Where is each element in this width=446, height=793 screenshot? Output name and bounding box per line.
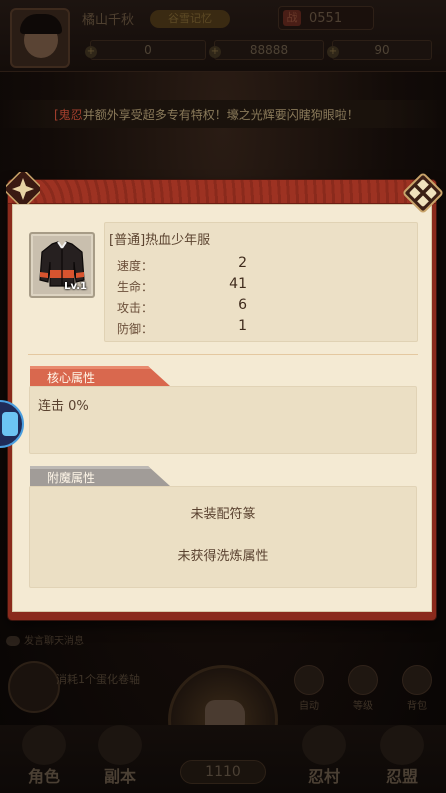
announcement-text: [鬼忍并额外享受超多专有特权！壕之光辉要闪瞎狗眼啦！ — [54, 106, 359, 123]
chat-bar[interactable]: 发言聊天消息 — [6, 632, 246, 654]
avatar-hair — [20, 14, 62, 34]
nav-dungeon[interactable]: 副本 — [80, 725, 160, 793]
resource-gold: + 88888 — [209, 40, 324, 60]
resource-copper: + 0 — [85, 40, 206, 60]
item-title: [普通]热血少年服 — [109, 233, 211, 248]
resource-gold-value: 88888 — [249, 43, 289, 57]
stat-defense-value: 1 — [238, 318, 247, 334]
stat-hp-value: 41 — [229, 276, 247, 292]
modal-body: Lv.1 [普通]热血少年服 速度： 2 生命： 41 攻击： 6 防御： 1 — [12, 204, 432, 612]
enchant-refine-status: 未获得洗炼属性 — [177, 549, 269, 564]
auto-icon — [294, 665, 324, 695]
modal-header — [8, 180, 436, 204]
quest-icon[interactable] — [8, 661, 60, 713]
nav-alliance-label: 忍盟 — [385, 767, 418, 786]
resource-gem-value: 90 — [374, 43, 390, 57]
level-label: 等级 — [353, 701, 373, 712]
stat-attack: 攻击： 6 — [117, 297, 247, 317]
item-level: Lv.1 — [64, 281, 87, 292]
core-attributes-text: 连击 0% — [38, 399, 89, 414]
core-attributes-box: 连击 0% — [29, 386, 417, 454]
alliance-icon — [380, 725, 424, 765]
side-drawer-icon — [2, 412, 18, 436]
level-button[interactable]: 等级 — [344, 665, 382, 715]
stat-speed: 速度： 2 — [117, 255, 247, 275]
enchant-attributes-box: 未装配符篆 未获得洗炼属性 — [29, 486, 417, 588]
nav-character-label: 角色 — [27, 767, 60, 786]
section-divider — [28, 354, 418, 355]
level-icon — [348, 665, 378, 695]
resource-gem: + 90 — [327, 40, 432, 60]
nav-ninja-village-label: 忍村 — [307, 767, 340, 786]
combat-power-value: 0551 — [309, 11, 343, 26]
core-attributes-tab: 核心属性 — [30, 366, 170, 386]
stat-speed-value: 2 — [238, 255, 247, 271]
combat-power-icon: 战 — [283, 10, 301, 26]
title-badge: 谷雪记忆 — [150, 10, 230, 28]
bag-label: 背包 — [407, 701, 427, 712]
enchant-attributes-title: 附魔属性 — [47, 471, 96, 485]
resource-copper-value: 0 — [144, 43, 152, 57]
enchant-attributes-tab: 附魔属性 — [30, 466, 170, 486]
bottom-nav: 角色 副本 1110 忍村 忍盟 — [0, 725, 446, 793]
stat-attack-value: 6 — [238, 297, 247, 313]
bag-button[interactable]: 背包 — [398, 665, 436, 715]
item-info-panel: [普通]热血少年服 速度： 2 生命： 41 攻击： 6 防御： 1 — [104, 222, 418, 342]
auto-label: 自动 — [299, 701, 319, 712]
chat-bubble-icon — [6, 636, 20, 646]
stat-defense: 防御： 1 — [117, 318, 247, 338]
quest-text: 消耗1个蛋化卷轴 — [56, 673, 140, 686]
top-bar: 橘山千秋 谷雪记忆 战 0551 + 0 + 88888 + 90 — [0, 0, 446, 72]
stat-attack-label: 攻击： — [117, 301, 154, 315]
stat-hp-label: 生命： — [117, 280, 154, 294]
announcement-message: 并额外享受超多专有特权！壕之光辉要闪瞎狗眼啦！ — [82, 108, 359, 122]
player-avatar[interactable] — [10, 8, 70, 68]
auto-button[interactable]: 自动 — [290, 665, 328, 715]
stat-hp: 生命： 41 — [117, 276, 247, 296]
chat-placeholder: 发言聊天消息 — [24, 636, 84, 647]
bag-icon — [402, 665, 432, 695]
stat-speed-label: 速度： — [117, 259, 154, 273]
nav-dungeon-label: 副本 — [103, 767, 136, 786]
equipment-detail-modal: Lv.1 [普通]热血少年服 速度： 2 生命： 41 攻击： 6 防御： 1 — [6, 172, 443, 620]
stat-defense-label: 防御： — [117, 322, 154, 336]
nav-character[interactable]: 角色 — [4, 725, 84, 793]
announcement-tag: [鬼忍 — [54, 108, 83, 122]
shuriken-icon — [6, 172, 40, 206]
enchant-talisman-status: 未装配符篆 — [190, 507, 256, 522]
character-icon — [22, 725, 66, 765]
nav-ninja-village[interactable]: 忍村 — [284, 725, 364, 793]
battle-count: 1110 — [180, 760, 266, 784]
core-attributes-title: 核心属性 — [47, 371, 96, 385]
announcement-ticker: [鬼忍并额外享受超多专有特权！壕之光辉要闪瞎狗眼啦！ — [0, 100, 446, 128]
quest-area: 消耗1个蛋化卷轴 自动 等级 背包 — [0, 655, 446, 775]
item-icon-slot: Lv.1 — [29, 232, 95, 298]
nav-alliance[interactable]: 忍盟 — [362, 725, 442, 793]
dungeon-icon — [98, 725, 142, 765]
close-button[interactable] — [400, 170, 446, 216]
player-name: 橘山千秋 — [82, 13, 135, 28]
ninja-village-icon — [302, 725, 346, 765]
combat-power: 战 0551 — [278, 6, 374, 30]
